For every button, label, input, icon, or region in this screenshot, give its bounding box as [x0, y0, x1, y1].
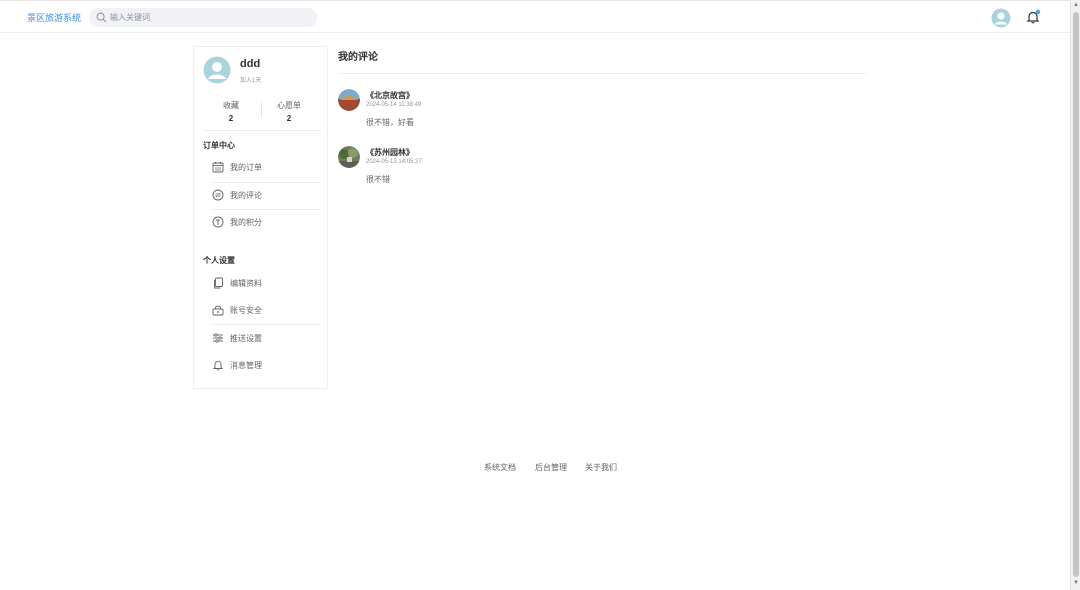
sidebar-item-message-management[interactable]: 消息管理	[212, 356, 320, 374]
attraction-thumbnail[interactable]	[338, 89, 360, 111]
stat-value: 2	[228, 114, 234, 123]
sidebar-item-label: 编辑资料	[230, 279, 262, 288]
footer-link-docs[interactable]: 系统文档	[484, 462, 516, 473]
vertical-scrollbar[interactable]: ▲ ▼	[1070, 0, 1080, 590]
divider	[212, 209, 320, 210]
page-title: 我的评论	[338, 52, 378, 63]
notification-dot	[1035, 9, 1041, 15]
divider	[338, 73, 866, 74]
divider	[212, 324, 320, 325]
stat-label: 心愿单	[277, 101, 301, 110]
profile-avatar-icon[interactable]	[203, 56, 231, 84]
stat-divider	[261, 102, 262, 118]
user-avatar-icon[interactable]	[991, 8, 1011, 28]
scroll-up-arrow-icon[interactable]: ▲	[1073, 2, 1079, 8]
stat-favorites[interactable]: 收藏 2	[206, 100, 256, 123]
comment-icon	[212, 189, 224, 201]
sidebar-item-edit-profile[interactable]: 编辑资料	[212, 274, 320, 292]
stat-value: 2	[286, 114, 292, 123]
stat-label: 收藏	[223, 101, 239, 110]
divider	[212, 182, 320, 183]
section-title-settings: 个人设置	[203, 256, 235, 265]
points-icon	[212, 216, 224, 228]
calendar-icon	[212, 162, 224, 173]
comment-time: 2024-05-13 14:05:27	[366, 159, 422, 165]
comment-time: 2024-05-14 11:38:49	[366, 102, 422, 108]
sidebar-item-label: 我的积分	[230, 218, 262, 227]
footer-link-admin[interactable]: 后台管理	[535, 462, 567, 473]
sidebar-item-my-comments[interactable]: 我的评论	[212, 186, 320, 204]
sidebar-item-label: 消息管理	[230, 361, 262, 370]
section-title-orders: 订单中心	[203, 141, 235, 150]
footer-link-about[interactable]: 关于我们	[585, 462, 617, 473]
comment-text: 很不错，好看	[366, 118, 414, 127]
comment-attraction-title[interactable]: 《北京故宫》	[366, 90, 414, 101]
sidebar-item-label: 账号安全	[230, 306, 262, 315]
site-brand[interactable]: 景区旅游系统	[27, 11, 81, 24]
stat-wishlist[interactable]: 心愿单 2	[264, 100, 314, 123]
sliders-icon	[213, 333, 223, 343]
sidebar-item-my-orders[interactable]: 我的订单	[212, 158, 320, 176]
copy-document-icon	[214, 277, 223, 289]
comment-item: 《北京故宫》 2024-05-14 11:38:49 很不错，好看	[338, 89, 738, 129]
sidebar-item-push-settings[interactable]: 推送设置	[212, 329, 320, 347]
sidebar-item-my-points[interactable]: 我的积分	[212, 213, 320, 231]
search-input[interactable]: 输入关键词	[110, 12, 150, 23]
search-box[interactable]: 输入关键词	[89, 8, 317, 27]
profile-joined: 加入1天	[240, 78, 262, 84]
sidebar-item-label: 我的评论	[230, 191, 262, 200]
comment-attraction-title[interactable]: 《苏州园林》	[366, 147, 414, 158]
lock-icon	[212, 305, 224, 316]
scrollbar-thumb[interactable]	[1073, 12, 1079, 577]
sidebar-item-label: 我的订单	[230, 163, 262, 172]
attraction-thumbnail[interactable]	[338, 146, 360, 168]
sidebar-item-account-security[interactable]: 账号安全	[212, 301, 320, 319]
sidebar-item-label: 推送设置	[230, 334, 262, 343]
comment-item: 《苏州园林》 2024-05-13 14:05:27 很不错	[338, 146, 738, 186]
top-navbar: 景区旅游系统 输入关键词	[0, 0, 1070, 33]
search-icon	[96, 12, 107, 23]
comment-text: 很不错	[366, 175, 390, 184]
divider	[203, 130, 321, 131]
notification-bell-icon[interactable]	[1025, 9, 1041, 25]
profile-username: ddd	[240, 58, 261, 70]
sidebar-panel: ddd 加入1天 收藏 2 心愿单 2 订单中心 我的订单 我的评论 我的积分 …	[193, 46, 328, 389]
bell-icon	[212, 360, 224, 371]
scroll-down-arrow-icon[interactable]: ▼	[1073, 580, 1079, 586]
